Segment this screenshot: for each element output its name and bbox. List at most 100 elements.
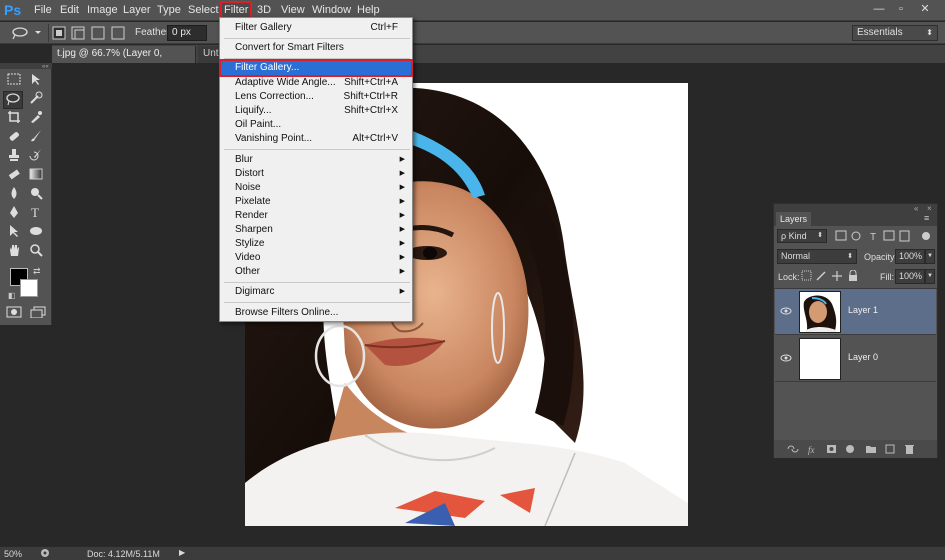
menu-item-render[interactable]: Render ▶: [221, 209, 411, 223]
status-menu-arrow-icon[interactable]: ▶: [179, 548, 185, 557]
menu-item-filter-gallery[interactable]: Filter Gallery...: [219, 59, 413, 77]
menu-edit[interactable]: Edit: [57, 3, 82, 18]
layers-panel: « × Layers ≡ ρ Kind ⬍ T Normal ⬍ Opacity…: [773, 203, 938, 458]
menu-item-label: Lens Correction...: [235, 91, 314, 102]
layer-filter-icons[interactable]: T: [834, 229, 934, 243]
type-tool-icon[interactable]: T: [26, 205, 46, 223]
hand-tool-icon[interactable]: [4, 243, 24, 261]
status-bar: 50% Doc: 4.12M/5.11M ▶: [0, 546, 945, 560]
submenu-arrow-icon: ▶: [399, 226, 405, 233]
menu-item-video[interactable]: Video ▶: [221, 251, 411, 265]
quick-selection-tool-icon[interactable]: [26, 91, 46, 109]
layer-row-layer-1[interactable]: Layer 1: [775, 289, 936, 335]
menu-item-browse-filters-online[interactable]: Browse Filters Online...: [221, 306, 411, 320]
menu-item-liquify[interactable]: Liquify... Shift+Ctrl+X: [221, 104, 411, 118]
feather-input[interactable]: 0 px: [167, 25, 207, 41]
submenu-arrow-icon: ▶: [399, 170, 405, 177]
visibility-eye-icon[interactable]: [780, 353, 792, 363]
submenu-arrow-icon: ▶: [399, 184, 405, 191]
swap-colors-icon[interactable]: ⇄: [33, 266, 41, 277]
pen-tool-icon[interactable]: [4, 205, 24, 223]
tab-document[interactable]: t.jpg @ 66.7% (Layer 0, RGB/8*) *: [52, 46, 196, 75]
photoshop-logo: Ps: [4, 2, 22, 18]
menu-file[interactable]: File: [31, 3, 55, 18]
menu-item-stylize[interactable]: Stylize ▶: [221, 237, 411, 251]
menu-separator: [224, 58, 410, 59]
menu-item-digimarc[interactable]: Digimarc ▶: [221, 285, 411, 299]
move-tool-icon[interactable]: [26, 72, 46, 90]
menu-select[interactable]: Select: [185, 3, 222, 18]
menu-item-label: Pixelate: [235, 196, 271, 207]
lock-icons[interactable]: [801, 270, 865, 282]
crop-tool-icon[interactable]: [4, 110, 24, 128]
menu-view[interactable]: View: [278, 3, 308, 18]
layer-actions-icons[interactable]: fx: [786, 443, 926, 455]
menu-item-vanishing-point[interactable]: Vanishing Point... Alt+Ctrl+V: [221, 132, 411, 146]
path-selection-tool-icon[interactable]: [4, 224, 24, 242]
menu-item-label: Digimarc: [235, 286, 275, 297]
svg-text:««: ««: [42, 64, 49, 70]
zoom-level[interactable]: 50%: [4, 549, 22, 559]
layer-0-name: Layer 0: [848, 352, 879, 362]
dodge-tool-icon[interactable]: [26, 186, 46, 204]
menu-separator: [224, 282, 410, 283]
fill-input[interactable]: 100%: [895, 269, 925, 284]
menu-item-adaptive-wide-angle[interactable]: Adaptive Wide Angle... Shift+Ctrl+A: [221, 76, 411, 90]
menu-item-convert-smart-filters[interactable]: Convert for Smart Filters: [221, 41, 411, 55]
menu-item-sharpen[interactable]: Sharpen ▶: [221, 223, 411, 237]
menu-item-pixelate[interactable]: Pixelate ▶: [221, 195, 411, 209]
visibility-eye-icon[interactable]: [780, 306, 792, 316]
chevron-down-icon: ⬍: [817, 232, 823, 239]
healing-brush-tool-icon[interactable]: [4, 129, 24, 147]
opacity-input[interactable]: 100%: [895, 249, 925, 264]
screen-mode-icon[interactable]: [28, 305, 48, 323]
collapse-icon[interactable]: «: [914, 204, 918, 213]
tab-layers[interactable]: Layers: [776, 212, 812, 226]
menu-item-lens-correction[interactable]: Lens Correction... Shift+Ctrl+R: [221, 90, 411, 104]
menu-item-label: Distort: [235, 168, 264, 179]
menu-item-distort[interactable]: Distort ▶: [221, 167, 411, 181]
menu-window[interactable]: Window: [309, 3, 354, 18]
menu-item-label: Stylize: [235, 238, 265, 249]
marquee-tool-icon[interactable]: [4, 72, 24, 90]
layer-row-layer-0[interactable]: Layer 0: [775, 336, 936, 382]
share-icon[interactable]: [40, 548, 50, 558]
history-brush-tool-icon[interactable]: [26, 148, 46, 166]
blend-mode-select[interactable]: Normal ⬍: [777, 249, 857, 264]
clone-stamp-tool-icon[interactable]: [4, 148, 24, 166]
menu-item-label: Render: [235, 210, 268, 221]
maximize-button[interactable]: ▫: [892, 2, 910, 16]
lasso-tool-preset-icon[interactable]: [8, 25, 42, 41]
menu-help[interactable]: Help: [354, 3, 383, 18]
menu-item-oil-paint[interactable]: Oil Paint...: [221, 118, 411, 132]
minimize-button[interactable]: —: [870, 2, 888, 16]
selection-mode-icons[interactable]: [52, 26, 128, 40]
background-color-swatch[interactable]: [20, 279, 38, 297]
menu-item-noise[interactable]: Noise ▶: [221, 181, 411, 195]
default-colors-icon[interactable]: ◧: [8, 291, 16, 300]
lasso-tool-icon[interactable]: [3, 91, 23, 109]
eraser-tool-icon[interactable]: [4, 167, 24, 185]
close-window-button[interactable]: ✕: [916, 2, 934, 16]
zoom-tool-icon[interactable]: [26, 243, 46, 261]
workspace-select[interactable]: Essentials ⬍: [852, 25, 938, 41]
ellipse-tool-icon[interactable]: [26, 224, 46, 242]
menu-layer[interactable]: Layer: [120, 3, 154, 18]
brush-tool-icon[interactable]: [26, 129, 46, 147]
layer-filter-kind[interactable]: ρ Kind ⬍: [777, 229, 827, 243]
menu-3d[interactable]: 3D: [254, 3, 274, 18]
menu-item-blur[interactable]: Blur ▶: [221, 153, 411, 167]
gradient-tool-icon[interactable]: [26, 167, 46, 185]
quick-mask-icon[interactable]: [4, 305, 24, 323]
menu-item-label: Oil Paint...: [235, 119, 282, 130]
blur-tool-icon[interactable]: [4, 186, 24, 204]
opacity-dropdown-arrow[interactable]: ▼: [925, 249, 935, 264]
menu-item-filter-gallery-last[interactable]: Filter Gallery Ctrl+F: [221, 21, 411, 35]
menu-type[interactable]: Type: [154, 3, 184, 18]
panel-menu-icon[interactable]: ≡: [924, 213, 929, 223]
fill-dropdown-arrow[interactable]: ▼: [925, 269, 935, 284]
panel-close-icon[interactable]: ×: [927, 204, 932, 213]
menu-item-other[interactable]: Other ▶: [221, 265, 411, 279]
menu-image[interactable]: Image: [84, 3, 121, 18]
eyedropper-tool-icon[interactable]: [26, 110, 46, 128]
